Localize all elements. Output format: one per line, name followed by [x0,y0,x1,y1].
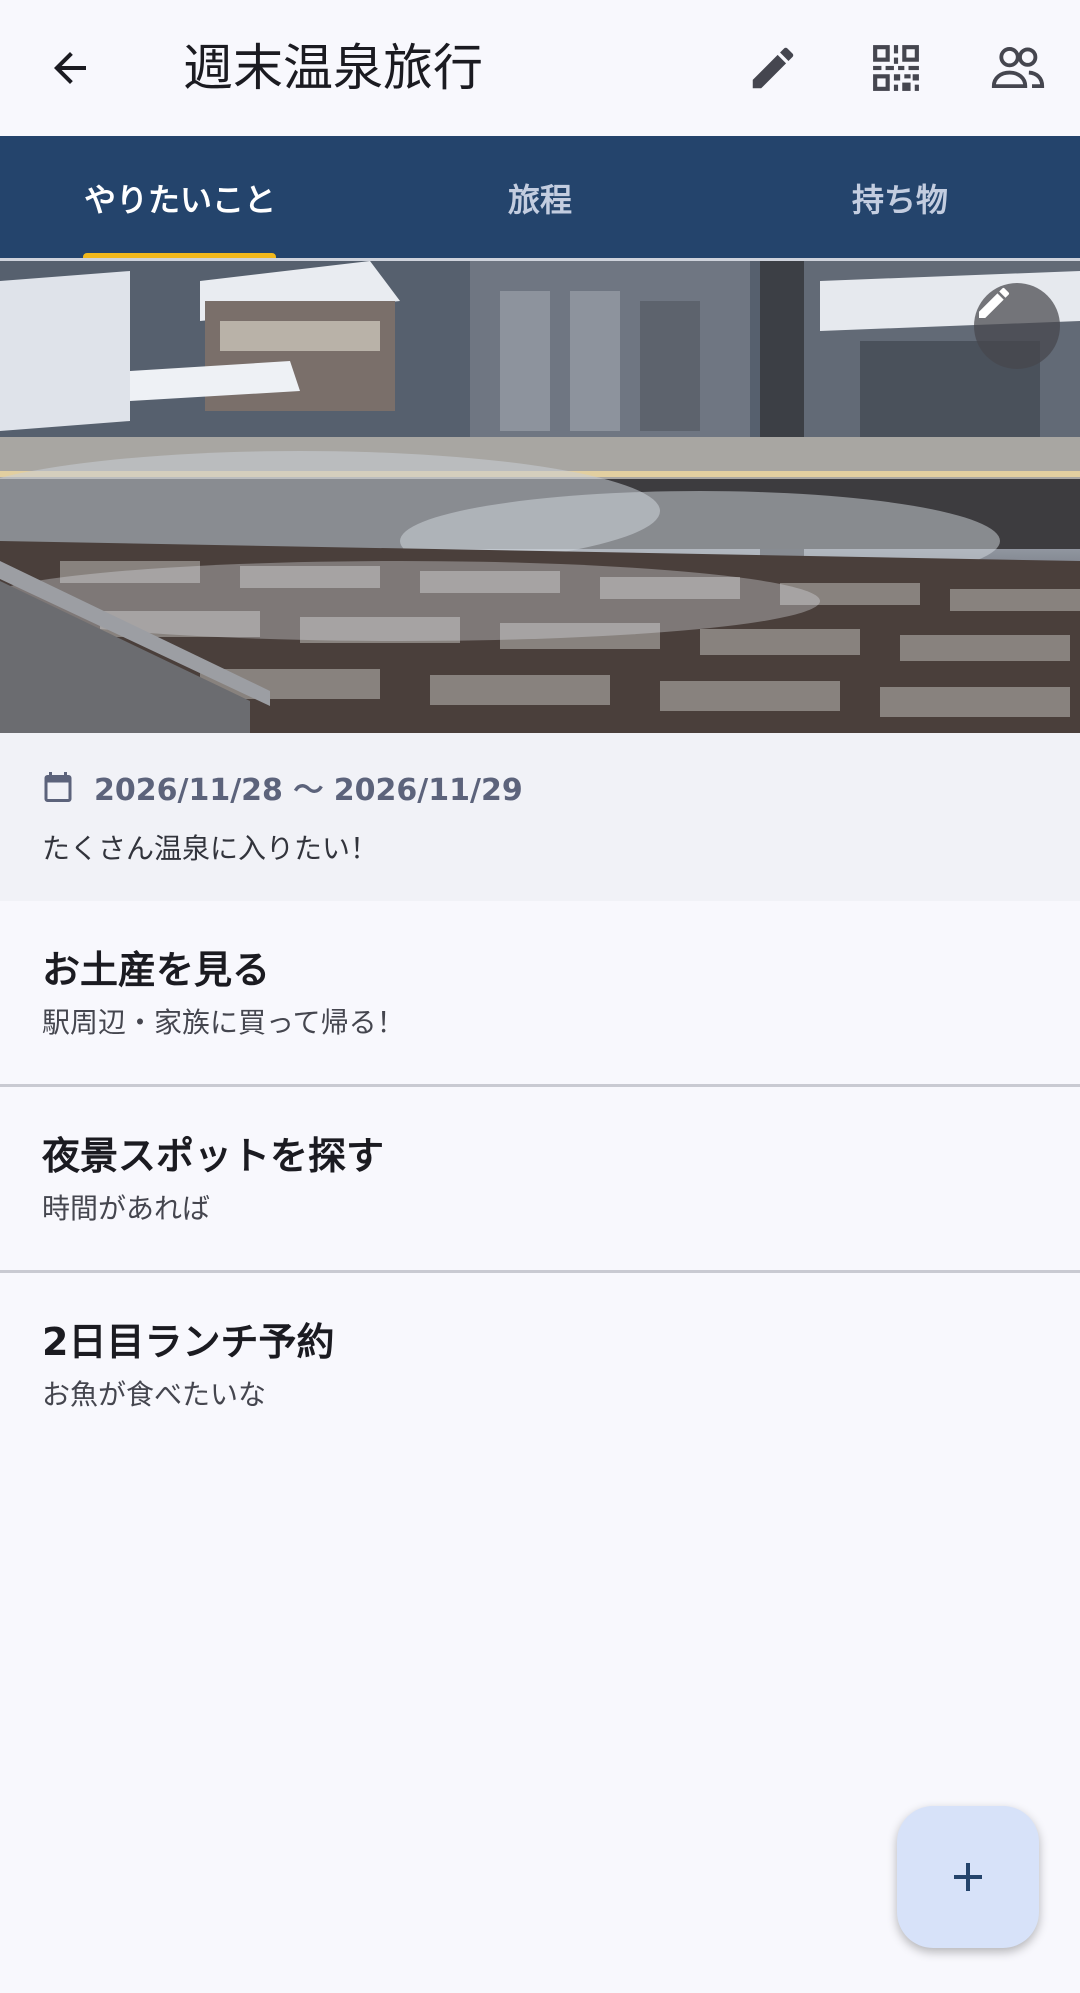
list-item[interactable]: 夜景スポットを探す 時間があれば [0,1087,1080,1273]
plus-icon [954,1863,982,1891]
trip-memo: たくさん温泉に入りたい！ [42,832,379,865]
pencil-icon [752,47,794,89]
todo-list: お土産を見る 駅周辺・家族に買って帰る！ 夜景スポットを探す 時間があれば 2日… [0,901,1080,1459]
tab-itinerary[interactable]: 旅程 [360,136,720,260]
app-screen: 週末温泉旅行 やりたいこと 旅程 持ち物 2026/11/28 〜 2026/1… [0,0,1080,1993]
back-arrow-icon [54,52,86,84]
tab-label: 持ち物 [851,181,948,219]
back-button[interactable] [22,20,118,116]
tab-label: やりたいこと [83,181,276,219]
tab-packing-list[interactable]: 持ち物 [720,136,1080,260]
item-note: お魚が食べたいな [42,1378,267,1411]
trip-cover-image [0,261,1080,733]
item-note: 時間があれば [42,1192,211,1225]
item-title: お土産を見る [42,948,271,992]
qr-code-icon [873,45,919,91]
edit-cover-button[interactable] [974,283,1060,369]
item-title: 夜景スポットを探す [42,1134,385,1178]
page-title: 週末温泉旅行 [183,39,483,97]
trip-date-range: 2026/11/28 〜 2026/11/29 [94,773,523,808]
item-title: 2日目ランチ予約 [42,1320,335,1364]
tab-label: 旅程 [507,181,572,219]
add-item-button[interactable] [897,1806,1039,1948]
people-icon [991,46,1045,89]
trip-info-panel: 2026/11/28 〜 2026/11/29 たくさん温泉に入りたい！ [0,733,1080,901]
top-app-bar: 週末温泉旅行 [0,0,1080,136]
list-item[interactable]: 2日目ランチ予約 お魚が食べたいな [0,1273,1080,1459]
tab-things-to-do[interactable]: やりたいこと [0,136,360,260]
date-row: 2026/11/28 〜 2026/11/29 [40,763,523,811]
members-button[interactable] [970,20,1066,116]
qr-code-button[interactable] [848,20,944,116]
onsen-town-illustration [0,261,1080,733]
list-item[interactable]: お土産を見る 駅周辺・家族に買って帰る！ [0,901,1080,1087]
edit-trip-button[interactable] [725,20,821,116]
item-note: 駅周辺・家族に買って帰る！ [42,1006,405,1039]
tab-bar: やりたいこと 旅程 持ち物 [0,136,1080,260]
calendar-icon [44,772,72,802]
pencil-icon [979,287,1010,318]
